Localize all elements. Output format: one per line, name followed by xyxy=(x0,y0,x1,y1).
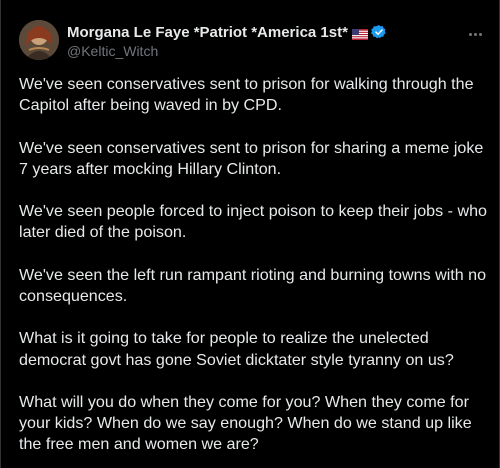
display-name[interactable]: Morgana Le Faye *Patriot *America 1st* xyxy=(67,24,348,41)
tweet-paragraph: What will you do when they come for you?… xyxy=(19,392,472,454)
tweet-card: Morgana Le Faye *Patriot *America 1st* @… xyxy=(0,0,500,468)
name-row: Morgana Le Faye *Patriot *America 1st* xyxy=(67,22,387,42)
us-flag-icon xyxy=(351,27,368,40)
avatar-image xyxy=(19,20,59,60)
author-info: Morgana Le Faye *Patriot *America 1st* @… xyxy=(67,22,387,59)
tweet-paragraph: We've seen conservatives sent to prison … xyxy=(19,75,474,115)
tweet-paragraph: We've seen conservatives sent to prison … xyxy=(19,138,484,178)
handle[interactable]: @Keltic_Witch xyxy=(67,43,387,59)
tweet-text: We've seen conservatives sent to prison … xyxy=(19,74,489,456)
tweet-paragraph: We've seen the left run rampant rioting … xyxy=(19,265,487,305)
tweet-paragraph: We've seen people forced to inject poiso… xyxy=(19,202,487,242)
verified-badge-icon[interactable] xyxy=(370,24,387,40)
tweet-header: Morgana Le Faye *Patriot *America 1st* @… xyxy=(19,20,485,64)
more-options-icon[interactable] xyxy=(465,26,485,42)
tweet-paragraph: What is it going to take for people to r… xyxy=(19,329,454,369)
avatar[interactable] xyxy=(19,20,59,60)
